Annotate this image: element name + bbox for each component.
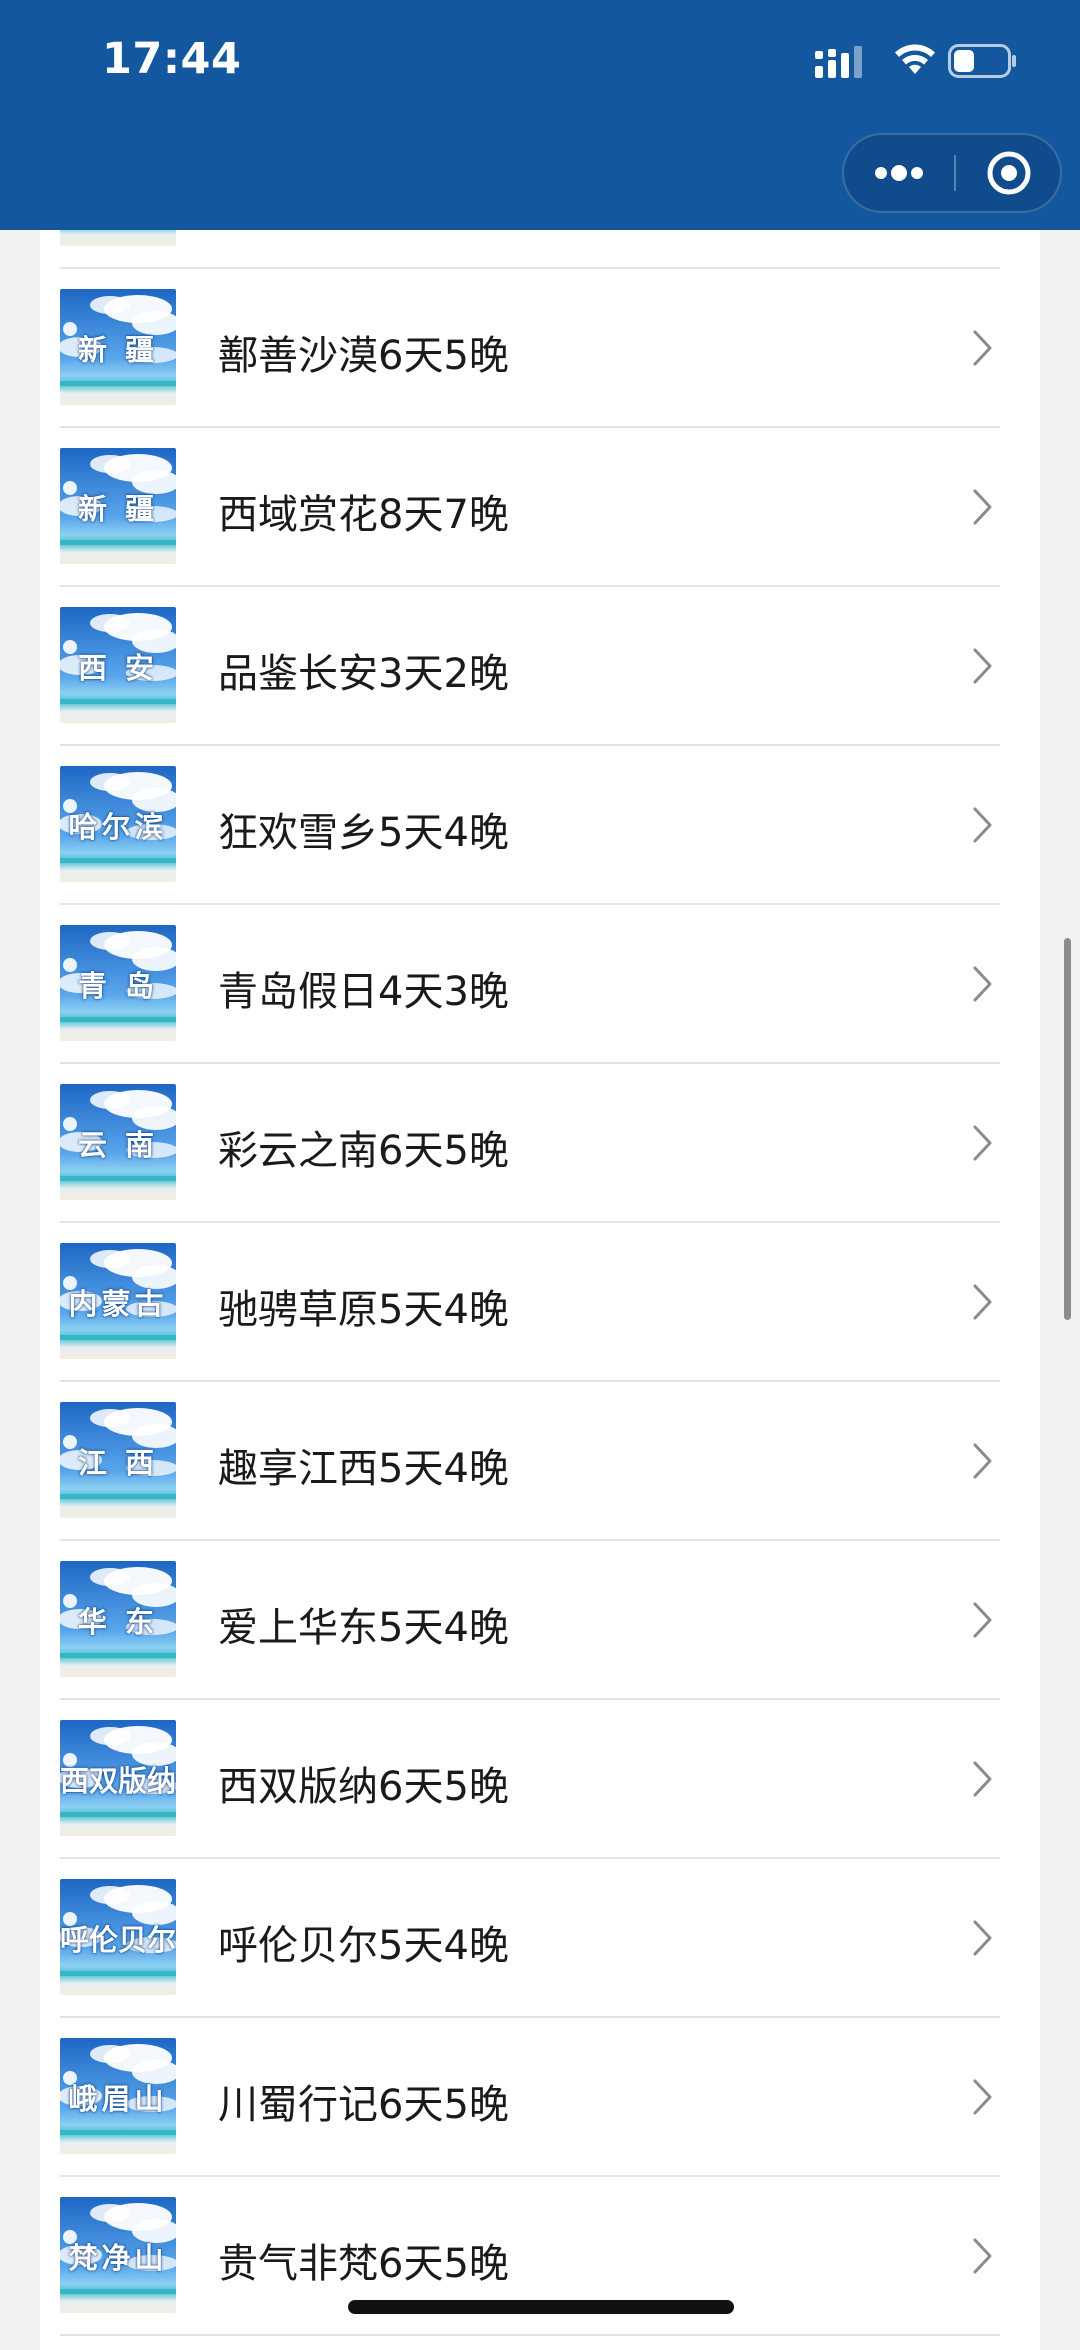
chevron-right-icon — [973, 1761, 992, 1797]
route-list-item[interactable]: 新 疆 鄯善沙漠6天5晚 — [60, 269, 1000, 428]
chevron-right-icon — [973, 807, 992, 843]
chevron-right-icon — [973, 330, 992, 366]
route-title: 川蜀行记6天5晚 — [218, 2082, 509, 2128]
route-title: 品鉴长安3天2晚 — [218, 651, 509, 697]
chevron-right-icon — [973, 2238, 992, 2274]
route-title: 贵气非梵6天5晚 — [218, 2241, 509, 2287]
close-target-icon — [987, 151, 1031, 195]
chevron-right-icon — [973, 1125, 992, 1161]
status-time: 17:44 — [102, 34, 242, 84]
route-region-label: 内蒙古 — [68, 1287, 168, 1321]
route-thumbnail: 新 疆 — [60, 289, 176, 405]
route-list-item[interactable]: 江 西 趣享江西5天4晚 — [60, 1382, 1000, 1541]
close-mini-program-button[interactable] — [956, 135, 1062, 211]
header-bar: 17:44 — [0, 0, 1080, 230]
route-region-label: 哈尔滨 — [68, 810, 168, 844]
route-thumbnail: 哈尔滨 — [60, 766, 176, 882]
route-list-item[interactable]: 西 安 品鉴长安3天2晚 — [60, 587, 1000, 746]
route-thumbnail: 新 疆 — [60, 448, 176, 564]
route-list-item[interactable]: 云 南 彩云之南6天5晚 — [60, 1064, 1000, 1223]
route-list-item[interactable]: 青 岛 青岛假日4天3晚 — [60, 905, 1000, 1064]
route-thumbnail: 华 东 — [60, 1561, 176, 1677]
route-title: 西域赏花8天7晚 — [218, 492, 509, 538]
route-region-label: 西 安 — [77, 651, 159, 685]
route-list-item[interactable]: 呼伦贝尔 呼伦贝尔5天4晚 — [60, 1859, 1000, 2018]
route-thumbnail: 内蒙古 — [60, 1243, 176, 1359]
route-region-label: 梵净山 — [68, 2241, 168, 2275]
wifi-icon — [892, 40, 938, 80]
route-thumbnail: 梵净山 — [60, 2197, 176, 2313]
home-indicator[interactable] — [348, 2300, 734, 2314]
route-list-item[interactable]: 峨眉山 川蜀行记6天5晚 — [60, 2018, 1000, 2177]
route-region-label: 峨眉山 — [68, 2082, 168, 2116]
route-list-item[interactable]: 西双版纳 西双版纳6天5晚 — [60, 1700, 1000, 1859]
route-list-item[interactable]: 哈尔滨 狂欢雪乡5天4晚 — [60, 746, 1000, 905]
route-region-label: 呼伦贝尔 — [60, 1923, 176, 1957]
route-title: 鄯善沙漠6天5晚 — [218, 333, 509, 379]
chevron-right-icon — [973, 966, 992, 1002]
more-button[interactable] — [844, 135, 954, 211]
chevron-right-icon — [973, 1443, 992, 1479]
route-list-card: 新 疆 鄯善沙漠6天5晚 新 疆 西域赏花8天7晚 西 安 品鉴长安3天2晚 哈… — [40, 150, 1040, 2350]
route-list-item[interactable]: 华 东 爱上华东5天4晚 — [60, 1541, 1000, 1700]
mini-program-capsule — [842, 133, 1062, 213]
route-region-label: 西双版纳 — [60, 1764, 176, 1798]
chevron-right-icon — [973, 489, 992, 525]
battery-icon — [948, 44, 1018, 82]
chevron-right-icon — [973, 1602, 992, 1638]
scrollbar[interactable] — [1064, 938, 1071, 1320]
route-thumbnail: 峨眉山 — [60, 2038, 176, 2154]
route-list-item[interactable]: 新 疆 西域赏花8天7晚 — [60, 428, 1000, 587]
route-title: 西双版纳6天5晚 — [218, 1764, 509, 1810]
route-title: 趣享江西5天4晚 — [218, 1446, 509, 1492]
route-thumbnail: 西 安 — [60, 607, 176, 723]
chevron-right-icon — [973, 648, 992, 684]
route-thumbnail: 云 南 — [60, 1084, 176, 1200]
route-thumbnail: 呼伦贝尔 — [60, 1879, 176, 1995]
route-region-label: 云 南 — [77, 1128, 159, 1162]
route-region-label: 华 东 — [77, 1605, 159, 1639]
route-title: 狂欢雪乡5天4晚 — [218, 810, 509, 856]
chevron-right-icon — [973, 1920, 992, 1956]
route-thumbnail: 青 岛 — [60, 925, 176, 1041]
route-title: 彩云之南6天5晚 — [218, 1128, 509, 1174]
route-title: 呼伦贝尔5天4晚 — [218, 1923, 509, 1969]
cellular-signal-icon — [815, 46, 867, 82]
route-region-label: 江 西 — [77, 1446, 159, 1480]
chevron-right-icon — [973, 2079, 992, 2115]
chevron-right-icon — [973, 1284, 992, 1320]
more-dots-icon — [875, 165, 923, 181]
route-thumbnail: 西双版纳 — [60, 1720, 176, 1836]
route-title: 驰骋草原5天4晚 — [218, 1287, 509, 1333]
route-title: 爱上华东5天4晚 — [218, 1605, 509, 1651]
route-region-label: 青 岛 — [77, 969, 159, 1003]
route-region-label: 新 疆 — [77, 492, 159, 526]
route-title: 青岛假日4天3晚 — [218, 969, 509, 1015]
route-list-item[interactable]: 内蒙古 驰骋草原5天4晚 — [60, 1223, 1000, 1382]
route-region-label: 新 疆 — [77, 333, 159, 367]
route-thumbnail: 江 西 — [60, 1402, 176, 1518]
